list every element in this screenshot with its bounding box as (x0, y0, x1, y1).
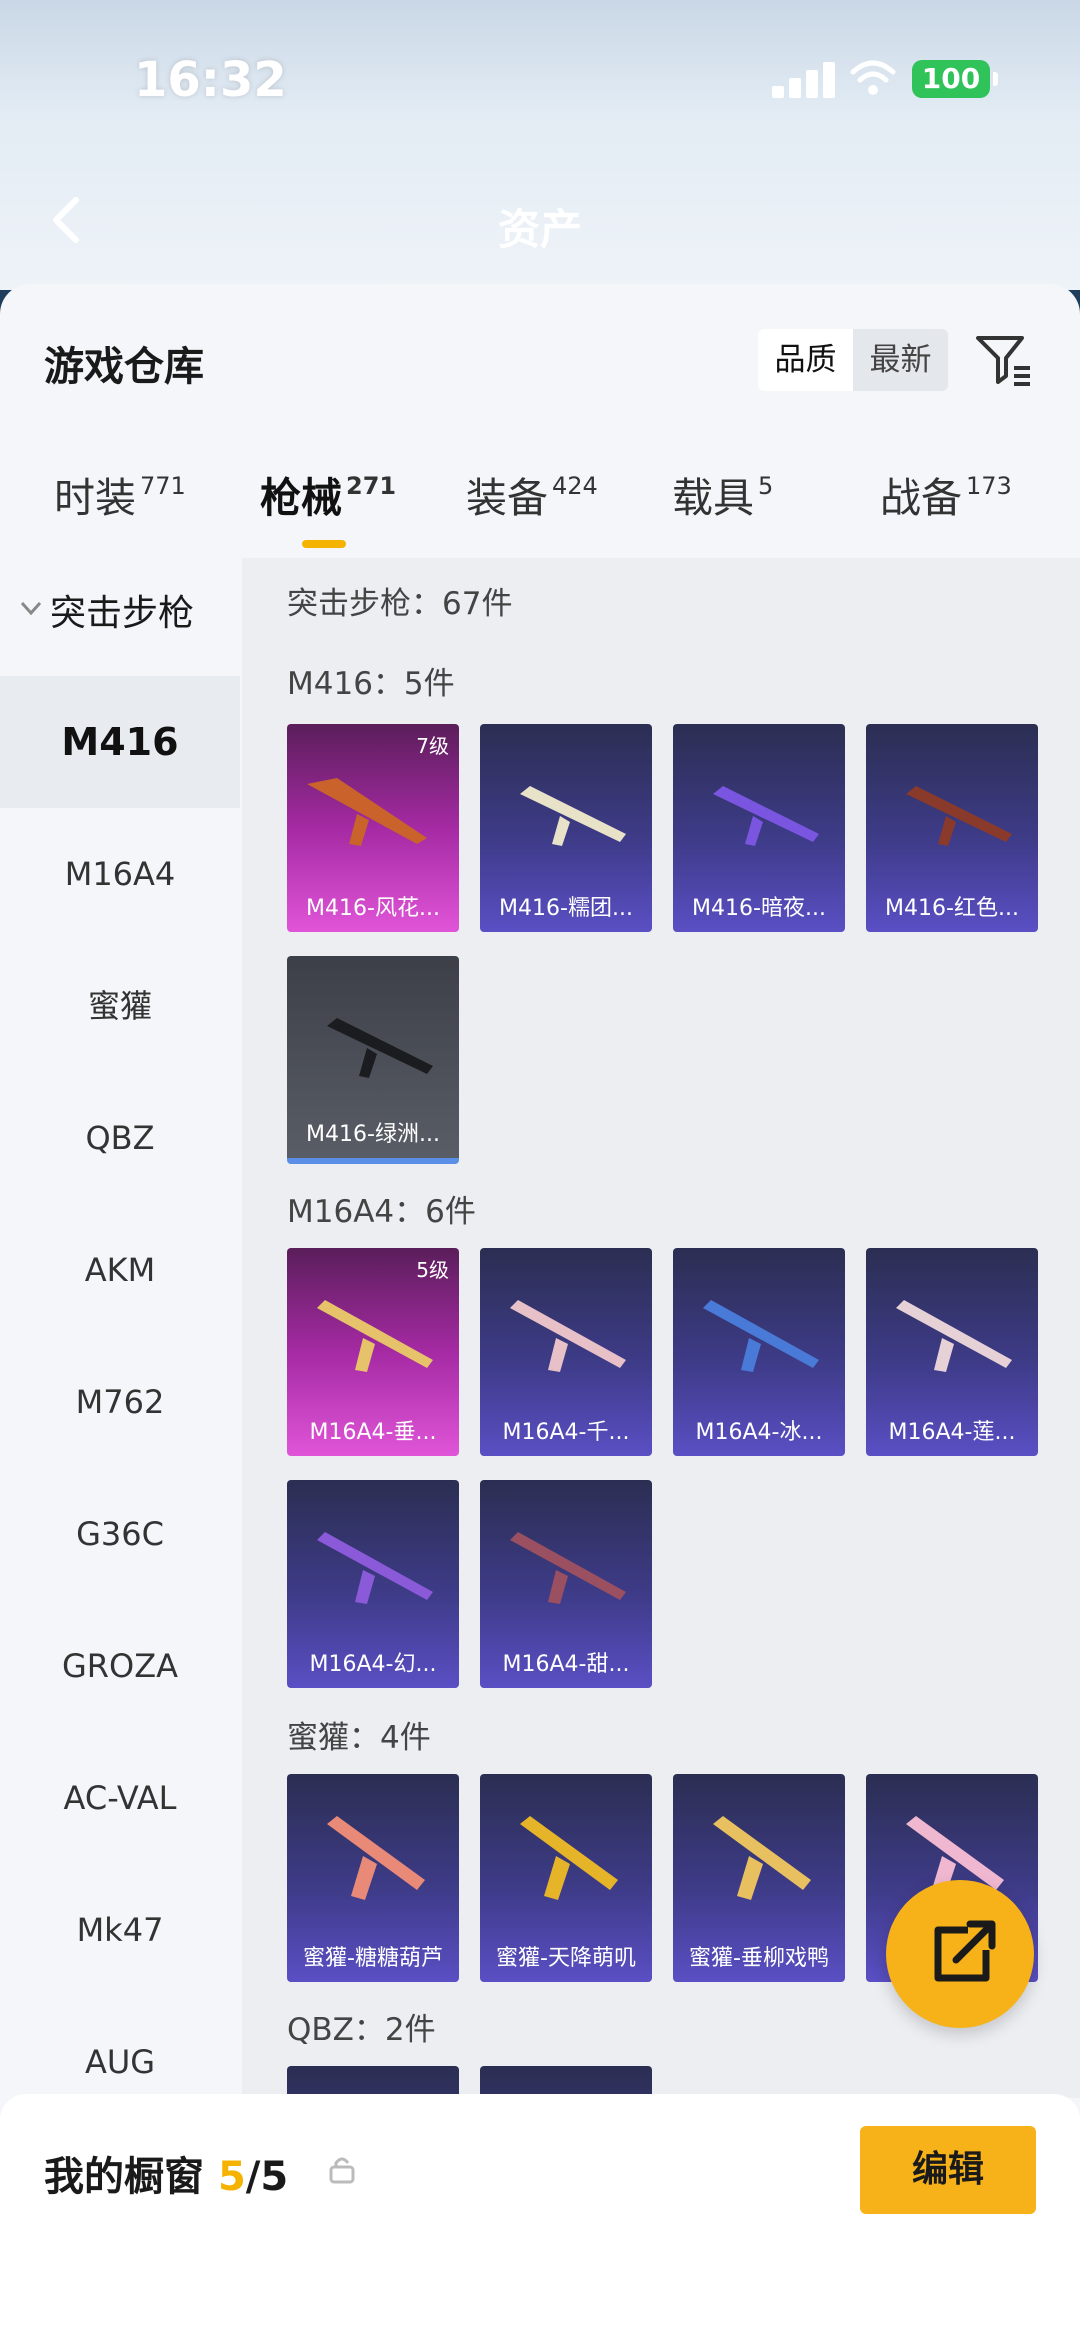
battery-indicator: 100 (912, 60, 998, 98)
skin-card[interactable]: M416-暗夜... (673, 724, 845, 932)
skin-card[interactable]: 5级 M16A4-垂... (287, 1248, 459, 1456)
section-label-m416: M416：5件 (287, 666, 455, 702)
gun-image (510, 1300, 626, 1372)
skin-card[interactable]: M416-绿洲... (287, 956, 459, 1164)
sort-quality-button[interactable]: 品质 (758, 329, 853, 391)
section-label-honey-badger: 蜜獾：4件 (287, 1720, 431, 1756)
category-item-honey-badger[interactable]: 蜜獾 (0, 940, 240, 1072)
skin-card[interactable]: M416-红色... (866, 724, 1038, 932)
skin-card[interactable]: 蜜獾-天降萌叽 (480, 1774, 652, 1982)
section-label-qbz: QBZ：2件 (287, 2012, 436, 2048)
filter-icon[interactable] (972, 328, 1034, 390)
gun-image (520, 1816, 618, 1900)
weapon-category-list: 突击步枪 M416 M16A4 蜜獾 QBZ AKM M762 G36C GRO… (0, 558, 240, 2341)
skin-card[interactable]: M416-糯团... (480, 724, 652, 932)
skin-card[interactable]: M16A4-甜... (480, 1480, 652, 1688)
category-item-m762[interactable]: M762 (0, 1336, 240, 1468)
skin-grid-panel: 突击步枪：67件 M416：5件 7级 M416-风花... M416-糯团..… (242, 558, 1080, 2098)
skin-card[interactable]: 7级 M416-风花... (287, 724, 459, 932)
page-title: 资产 (497, 205, 582, 254)
skin-card[interactable]: 蜜獾-糖糖葫芦 (287, 1774, 459, 1982)
category-item-m416[interactable]: M416 (0, 676, 240, 808)
category-item-m16a4[interactable]: M16A4 (0, 808, 240, 940)
gun-image (713, 786, 819, 846)
gun-image (906, 786, 1012, 846)
gun-image (317, 1300, 433, 1372)
gun-image (713, 1816, 811, 1900)
sort-latest-button[interactable]: 最新 (853, 329, 948, 391)
section-label-m16a4: M16A4：6件 (287, 1194, 476, 1230)
showcase-bar: 我的橱窗 5/5 编辑 (0, 2094, 1080, 2341)
gun-image (703, 1300, 819, 1372)
chevron-down-icon (20, 601, 42, 616)
skin-card[interactable]: M16A4-冰... (673, 1248, 845, 1456)
category-item-groza[interactable]: GROZA (0, 1600, 240, 1732)
category-item-ac-val[interactable]: AC-VAL (0, 1732, 240, 1864)
gun-image (510, 1532, 626, 1604)
skin-card[interactable]: M16A4-幻... (287, 1480, 459, 1688)
gun-image (327, 1018, 433, 1078)
skin-card[interactable]: M16A4-千... (480, 1248, 652, 1456)
signal-icon (772, 62, 838, 98)
lock-icon (329, 2157, 355, 2184)
gun-image (317, 1532, 433, 1604)
status-time: 16:32 (134, 52, 287, 108)
gun-image (896, 1300, 1012, 1372)
tab-fashion[interactable]: 时装 771 (54, 464, 186, 524)
category-item-akm[interactable]: AKM (0, 1204, 240, 1336)
total-count-label: 突击步枪：67件 (287, 586, 513, 622)
skin-card[interactable]: M16A4-莲... (866, 1248, 1038, 1456)
warehouse-sheet: 游戏仓库 品质 最新 时装 771 枪械 271 装备 424 载具 5 战备 173 突… (0, 284, 1080, 2341)
app-header: 16:32 100 资产 (0, 0, 1080, 290)
gun-image (327, 1816, 425, 1900)
category-item-mk47[interactable]: Mk47 (0, 1864, 240, 1996)
category-item-g36c[interactable]: G36C (0, 1468, 240, 1600)
category-item-qbz[interactable]: QBZ (0, 1072, 240, 1204)
category-tabs: 时装 771 枪械 271 装备 424 载具 5 战备 173 (0, 464, 1080, 548)
tab-firearms[interactable]: 枪械 271 (260, 464, 396, 548)
skin-card[interactable]: 蜜獾-垂柳戏鸭 (673, 1774, 845, 1982)
sort-toggle: 品质 最新 (758, 329, 948, 391)
sheet-title: 游戏仓库 (44, 344, 204, 390)
wifi-icon (850, 60, 896, 95)
tab-supplies[interactable]: 战备 173 (880, 464, 1012, 524)
gun-image (520, 786, 626, 846)
tab-vehicles[interactable]: 载具 5 (672, 464, 773, 524)
edit-button[interactable]: 编辑 (860, 2126, 1036, 2214)
share-button[interactable] (886, 1880, 1034, 2028)
share-icon (934, 1920, 996, 1982)
tab-equipment[interactable]: 装备 424 (466, 464, 598, 524)
gun-image (307, 778, 427, 846)
category-group-header[interactable]: 突击步枪 (18, 584, 194, 636)
showcase-label: 我的橱窗 5/5 (44, 2154, 289, 2200)
